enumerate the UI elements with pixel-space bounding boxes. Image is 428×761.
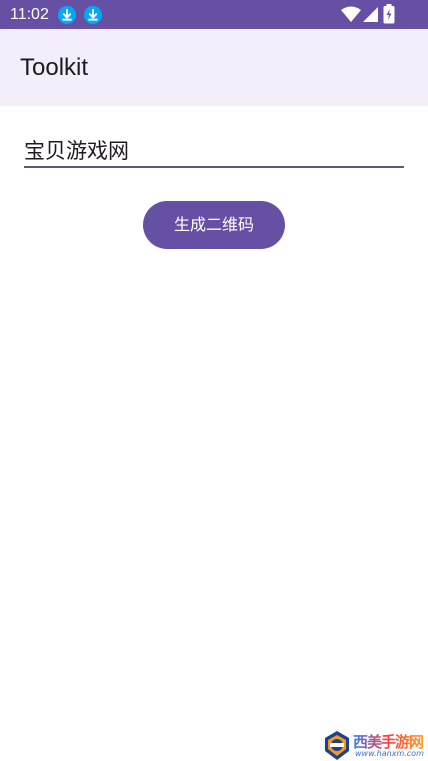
status-time: 11:02 [10, 6, 49, 23]
generate-qr-button[interactable]: 生成二维码 [143, 201, 285, 249]
watermark-url: www.hanxm.com [355, 749, 424, 758]
download-icon [84, 6, 102, 24]
text-input-value: 宝贝游戏网 [24, 139, 129, 163]
text-input[interactable]: 宝贝游戏网 [24, 134, 404, 168]
app-title: Toolkit [20, 54, 89, 81]
battery-icon [383, 4, 395, 28]
download-icon [58, 6, 76, 24]
wifi-icon [341, 6, 361, 26]
watermark-emblem [325, 731, 349, 760]
status-bar: 11:02 [0, 0, 428, 29]
watermark-logo: 西美手游网 www.hanxm.com [322, 730, 428, 761]
signal-icon [363, 6, 378, 26]
